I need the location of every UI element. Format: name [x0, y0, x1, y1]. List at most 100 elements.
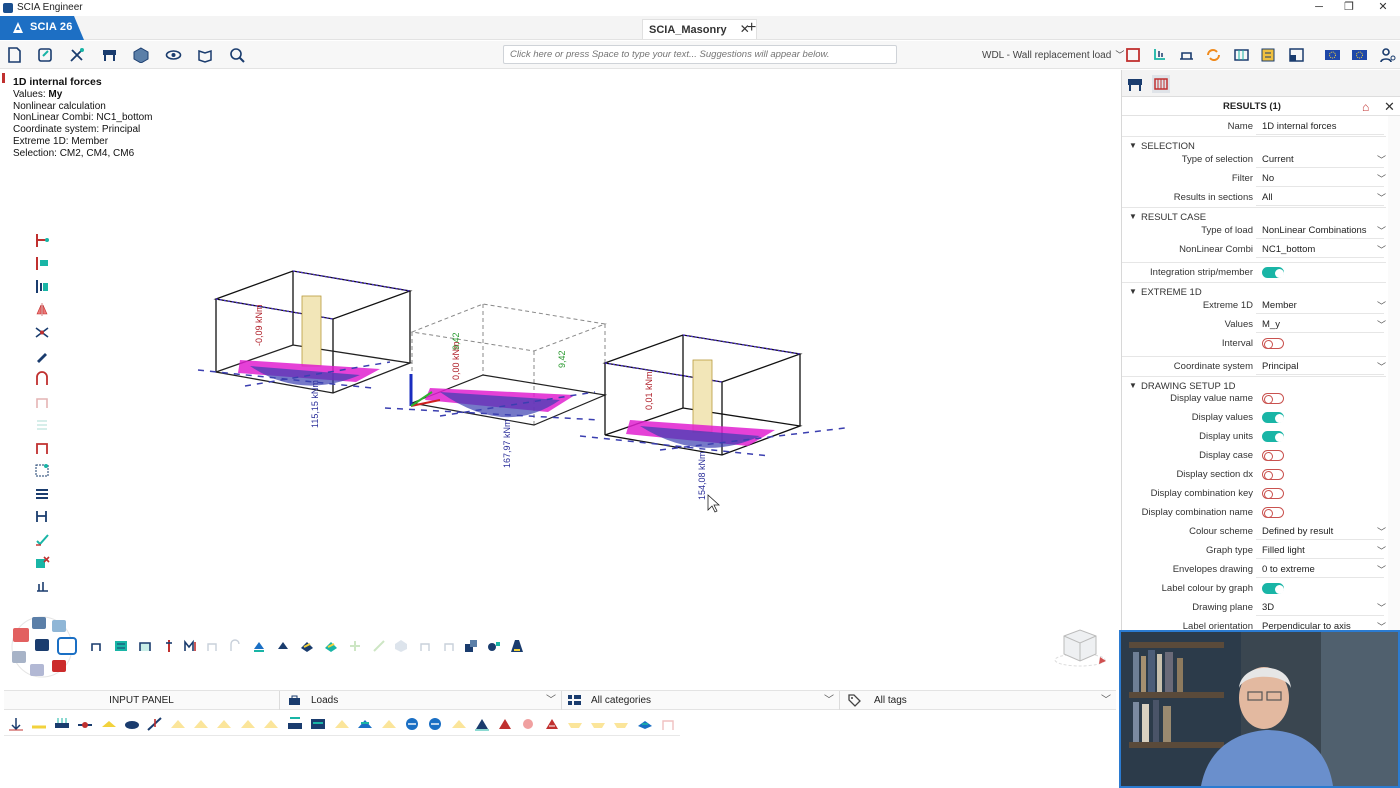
- prop-row-type-of-load[interactable]: Type of load NonLinear Combinations ﹀: [1122, 221, 1386, 240]
- result-tool-15-icon[interactable]: [418, 639, 432, 653]
- result-tool-5-icon[interactable]: [184, 639, 198, 653]
- prop-row-label-orientation[interactable]: Label orientation Perpendicular to axis …: [1122, 617, 1386, 630]
- edge-load-icon[interactable]: [310, 717, 326, 731]
- analysis-mode-icon[interactable]: [35, 639, 49, 651]
- layers-icon[interactable]: [34, 486, 50, 501]
- result-tool-16-icon[interactable]: [442, 639, 456, 653]
- display-section-dx-toggle[interactable]: [1262, 469, 1284, 480]
- tab-scia-masonry[interactable]: SCIA_Masonry ✕: [642, 19, 757, 39]
- supports-icon[interactable]: [1178, 47, 1195, 63]
- result-tool-12-icon[interactable]: [348, 639, 362, 653]
- result-tool-8-icon[interactable]: [252, 639, 266, 653]
- interval-toggle[interactable]: [1262, 338, 1284, 349]
- split-icon[interactable]: [34, 325, 50, 340]
- member-tool-icon[interactable]: [34, 233, 50, 248]
- load-groups-icon[interactable]: [1151, 47, 1168, 63]
- beam-load-icon[interactable]: [54, 717, 70, 731]
- cycle-load-icon[interactable]: [427, 717, 443, 731]
- minimize-button[interactable]: ─: [1302, 0, 1336, 16]
- home-pin-icon[interactable]: ⌂: [1362, 100, 1369, 114]
- close-panel-icon[interactable]: ✕: [1384, 99, 1395, 115]
- prop-row-envelopes-drawing[interactable]: Envelopes drawing 0 to extreme ﹀: [1122, 560, 1386, 579]
- prop-row-nonlinear-combi[interactable]: NonLinear Combi NC1_bottom ﹀: [1122, 240, 1386, 259]
- dimension-icon[interactable]: [34, 509, 50, 524]
- result-tool-9-icon[interactable]: [276, 639, 290, 653]
- tag-filter-dropdown[interactable]: All tags ﹀: [840, 691, 1116, 710]
- result-tool-11-icon[interactable]: [324, 639, 338, 653]
- restore-button[interactable]: ❐: [1332, 0, 1366, 16]
- label-colour-toggle[interactable]: [1262, 583, 1284, 594]
- align-disabled-icon[interactable]: [34, 417, 50, 432]
- result-tool-7-icon[interactable]: [228, 639, 242, 653]
- prop-row-drawing-plane[interactable]: Drawing plane 3D ﹀: [1122, 598, 1386, 617]
- line-force-icon[interactable]: [451, 717, 467, 731]
- generated-load-icon[interactable]: [334, 717, 350, 731]
- properties-scrollbar[interactable]: [1388, 116, 1400, 630]
- result-tool-10-icon[interactable]: [300, 639, 314, 653]
- scia-brand-button[interactable]: SCIA 26: [0, 16, 84, 40]
- prop-row-values[interactable]: Values M_y ﹀: [1122, 315, 1386, 334]
- frame-disabled-icon[interactable]: [34, 394, 50, 409]
- prop-row-type-of-selection[interactable]: Type of selection Current ﹀: [1122, 150, 1386, 169]
- display-combination-name-toggle[interactable]: [1262, 507, 1284, 518]
- new-file-icon[interactable]: [6, 47, 23, 63]
- check-edit-icon[interactable]: [34, 532, 50, 547]
- search-model-icon[interactable]: [229, 47, 246, 63]
- surface-load-icon[interactable]: [101, 717, 117, 731]
- prop-row-graph-type[interactable]: Graph type Filled light ﹀: [1122, 541, 1386, 560]
- seismic-icon[interactable]: [544, 717, 560, 731]
- display-value-name-toggle[interactable]: [1262, 393, 1284, 404]
- rotate-load-icon[interactable]: [404, 717, 420, 731]
- category-filter-dropdown[interactable]: All categories ﹀: [562, 691, 840, 710]
- load-panel-icon[interactable]: [357, 717, 373, 731]
- point-load-icon[interactable]: [8, 717, 24, 731]
- calculation-icon[interactable]: [1260, 47, 1277, 63]
- result-tool-18-icon[interactable]: [487, 639, 501, 653]
- pressure-load-icon[interactable]: [263, 717, 279, 731]
- add-tab-icon[interactable]: +: [747, 18, 756, 38]
- structure-icon[interactable]: [101, 47, 118, 63]
- display-values-toggle[interactable]: [1262, 412, 1284, 423]
- dropdown-field[interactable]: [1256, 189, 1384, 206]
- visibility-eye-icon[interactable]: [165, 47, 182, 63]
- user-settings-icon[interactable]: [1379, 47, 1396, 63]
- graphics-viewport[interactable]: 1D internal forces Values: My Nonlinear …: [0, 70, 1120, 690]
- prop-row-colour-scheme[interactable]: Colour scheme Defined by result ﹀: [1122, 522, 1386, 541]
- displacement-icon[interactable]: [497, 717, 513, 731]
- thermal-load-icon[interactable]: [147, 717, 163, 731]
- line-load-icon[interactable]: [31, 717, 47, 731]
- eurocode-flag-icon[interactable]: [1324, 47, 1341, 63]
- display-units-toggle[interactable]: [1262, 431, 1284, 442]
- clear-loads-icon[interactable]: [660, 717, 676, 731]
- mass-icon[interactable]: [520, 717, 536, 731]
- design-mode-icon[interactable]: [52, 660, 66, 672]
- command-line[interactable]: [503, 45, 897, 64]
- result-tool-3-icon[interactable]: [138, 639, 152, 653]
- drawing-mode-icon[interactable]: [12, 651, 26, 663]
- train-load-icon[interactable]: [590, 717, 606, 731]
- wind-load-icon[interactable]: [170, 717, 186, 731]
- area-load-icon[interactable]: [216, 717, 232, 731]
- integration-toggle[interactable]: [1262, 267, 1284, 278]
- mirror-icon[interactable]: [34, 302, 50, 317]
- prop-row-filter[interactable]: Filter No ﹀: [1122, 169, 1386, 188]
- result-tool-6-icon[interactable]: [206, 639, 220, 653]
- result-tool-13-icon[interactable]: [372, 639, 386, 653]
- category-group-dropdown[interactable]: Loads ﹀: [281, 691, 562, 710]
- result-tool-4-icon[interactable]: [162, 639, 176, 653]
- command-input[interactable]: [504, 46, 896, 63]
- free-load-icon[interactable]: [124, 717, 140, 731]
- moving-load-icon[interactable]: [637, 717, 653, 731]
- tools-icon[interactable]: [69, 47, 86, 63]
- panel-load-icon[interactable]: [240, 717, 256, 731]
- brush-icon[interactable]: [34, 348, 50, 363]
- prop-row-results-in-sections[interactable]: Results in sections All ﹀: [1122, 188, 1386, 207]
- load-mode-icon[interactable]: [32, 617, 46, 629]
- member-load-icon[interactable]: [287, 717, 303, 731]
- plane-load-icon[interactable]: [381, 717, 397, 731]
- settings-tab-icon[interactable]: [1152, 75, 1170, 93]
- moment-load-icon[interactable]: [77, 717, 93, 731]
- mesh-mode-icon[interactable]: [52, 620, 66, 632]
- delete-table-icon[interactable]: [34, 555, 50, 570]
- results-mode-icon[interactable]: [57, 637, 77, 655]
